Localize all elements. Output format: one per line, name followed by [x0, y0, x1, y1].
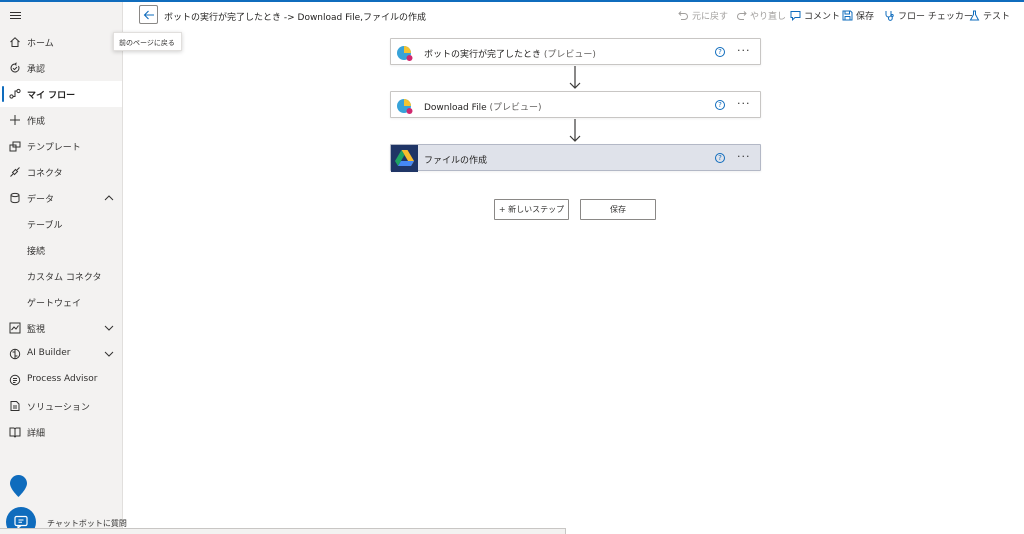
connector-icon — [10, 167, 20, 177]
sidebar-item-label: 作成 — [27, 117, 46, 127]
flow-step-card-selected[interactable]: ファイルの作成 ? ··· — [390, 144, 761, 172]
sidebar-item-connections[interactable]: 接続 — [0, 237, 122, 263]
step-title: ボットの実行が完了したとき (プレビュー) — [424, 50, 596, 60]
comment-button[interactable]: コメント — [790, 9, 840, 22]
sidebar-item-create[interactable]: 作成 — [0, 107, 122, 133]
help-icon[interactable]: ? — [715, 100, 725, 110]
arrow-down-icon — [569, 119, 581, 142]
sidebar-item-home[interactable]: ホーム — [0, 29, 122, 55]
arrow-down-icon — [569, 66, 581, 89]
process-advisor-icon — [9, 374, 21, 386]
sidebar-item-process-advisor[interactable]: Process Advisor — [0, 367, 122, 393]
save-label: 保存 — [856, 12, 875, 22]
sidebar-item-my-flows[interactable]: マイ フロー — [0, 81, 122, 107]
sidebar-item-tables[interactable]: テーブル — [0, 211, 122, 237]
sidebar-item-templates[interactable]: テンプレート — [0, 133, 122, 159]
sidebar-item-custom-connectors[interactable]: カスタム コネクタ — [0, 263, 122, 289]
test-button[interactable]: テスト — [969, 9, 1010, 22]
comment-label: コメント — [804, 12, 841, 22]
flow-checker-label: フロー チェッカー — [898, 12, 973, 22]
back-tooltip: 前のページに戻る — [113, 32, 182, 51]
database-icon — [10, 192, 20, 204]
sidebar-item-label: AI Builder — [27, 348, 71, 358]
flow-step-card[interactable]: Download File (プレビュー) ? ··· — [390, 91, 761, 118]
sidebar-item-approvals[interactable]: 承認 — [0, 55, 122, 81]
desktop-flow-icon — [397, 46, 413, 61]
sidebar-item-label: ホーム — [27, 39, 54, 49]
home-icon — [10, 37, 20, 47]
help-icon[interactable]: ? — [715, 153, 725, 163]
monitor-icon — [9, 322, 21, 334]
chevron-down-icon — [104, 325, 114, 331]
save-toolbar-button[interactable]: 保存 — [842, 9, 874, 22]
plus-icon — [10, 115, 20, 125]
back-button[interactable] — [139, 5, 158, 24]
sidebar-item-learn[interactable]: 詳細 — [0, 419, 122, 445]
redo-label: やり直し — [750, 12, 787, 22]
ai-builder-icon — [9, 348, 21, 360]
undo-label: 元に戻す — [692, 12, 729, 22]
redo-button[interactable]: やり直し — [736, 9, 786, 22]
command-bar: ボットの実行が完了したとき -> Download File,ファイルの作成 元… — [123, 2, 1024, 30]
sidebar-item-solutions[interactable]: ソリューション — [0, 393, 122, 419]
step-title: Download File (プレビュー) — [424, 103, 542, 113]
flow-step-card[interactable]: ボットの実行が完了したとき (プレビュー) ? ··· — [390, 38, 761, 65]
comment-icon — [790, 11, 801, 21]
sidebar-item-ai-builder[interactable]: AI Builder — [0, 341, 122, 367]
flow-icon — [9, 88, 21, 99]
test-label: テスト — [983, 12, 1011, 22]
sidebar-item-label: マイ フロー — [27, 91, 76, 101]
solutions-icon — [10, 401, 20, 411]
desktop-flow-icon — [397, 99, 413, 114]
sidebar-item-gateways[interactable]: ゲートウェイ — [0, 289, 122, 315]
more-options-icon[interactable]: ··· — [737, 97, 751, 110]
sidebar-item-label: 承認 — [27, 65, 46, 75]
sidebar-item-label: 監視 — [27, 325, 46, 335]
sidebar-item-monitor[interactable]: 監視 — [0, 315, 122, 341]
help-icon[interactable]: ? — [715, 47, 725, 57]
more-options-icon[interactable]: ··· — [737, 44, 751, 57]
sidebar-item-data[interactable]: データ — [0, 185, 122, 211]
chevron-down-icon — [104, 351, 114, 357]
stethoscope-icon — [885, 11, 894, 21]
approvals-icon — [10, 62, 20, 73]
learn-icon — [9, 427, 21, 438]
hamburger-icon[interactable] — [10, 10, 21, 22]
sidebar-item-label: テーブル — [27, 221, 63, 231]
browser-status-bar — [0, 528, 566, 534]
sidebar-item-connectors[interactable]: コネクタ — [0, 159, 122, 185]
left-navigation: ホーム 承認 マイ フロー 作成 テンプレート コネクタ データ テーブル 接続… — [0, 2, 127, 534]
sidebar-item-label: テンプレート — [27, 143, 81, 153]
more-options-icon[interactable]: ··· — [737, 150, 751, 163]
templates-icon — [9, 141, 21, 152]
sidebar-item-label: ゲートウェイ — [27, 299, 82, 309]
sidebar-item-label: 詳細 — [27, 429, 46, 439]
sidebar-item-label: カスタム コネクタ — [27, 273, 102, 283]
undo-icon — [678, 11, 688, 20]
save-button[interactable]: 保存 — [580, 199, 656, 220]
chevron-up-icon — [104, 195, 114, 201]
save-icon — [842, 10, 853, 21]
redo-icon — [737, 11, 747, 20]
sidebar-item-label: データ — [27, 195, 55, 205]
sidebar-item-label: コネクタ — [27, 169, 63, 179]
sidebar-item-label: ソリューション — [27, 403, 90, 413]
page-title: ボットの実行が完了したとき -> Download File,ファイルの作成 — [164, 13, 427, 23]
new-step-button[interactable]: + 新しいステップ — [494, 199, 569, 220]
chat-icon — [14, 515, 28, 529]
sidebar-item-label: Process Advisor — [27, 374, 98, 384]
google-drive-icon — [391, 145, 418, 172]
flask-icon — [969, 10, 980, 21]
chatbot-pin-icon[interactable] — [9, 474, 28, 498]
arrow-left-icon — [143, 10, 154, 20]
active-indicator — [2, 86, 4, 102]
sidebar-item-label: 接続 — [27, 247, 46, 257]
flow-checker-button[interactable]: フロー チェッカー — [884, 9, 973, 22]
step-title: ファイルの作成 — [424, 156, 488, 166]
undo-button[interactable]: 元に戻す — [678, 9, 728, 22]
